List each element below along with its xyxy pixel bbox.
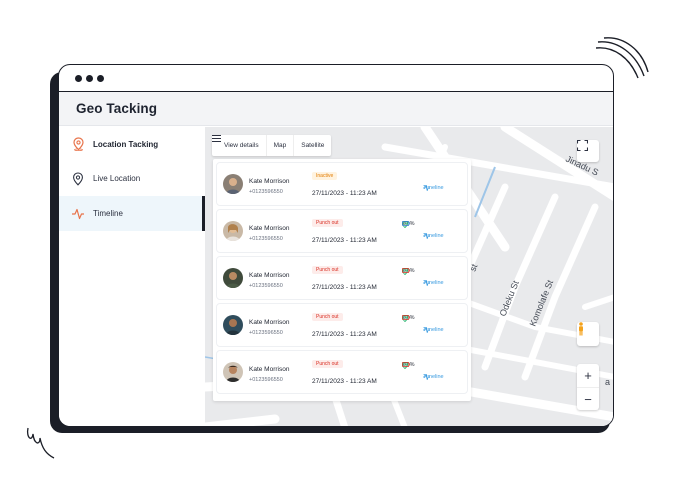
avatar — [223, 174, 243, 194]
status-badge: Punch out — [312, 360, 343, 368]
list-item[interactable]: Kate Morrison +0123596550 Punch out 27/1… — [216, 303, 468, 347]
avatar — [223, 362, 243, 382]
avatar — [223, 268, 243, 288]
window-dot — [75, 74, 82, 82]
employee-name: Kate Morrison — [249, 225, 290, 232]
tab-map[interactable]: Map — [267, 135, 295, 156]
timeline-link[interactable]: Timeline — [423, 233, 444, 239]
tab-label: Satellite — [301, 142, 325, 149]
fullscreen-icon — [577, 140, 588, 151]
zoom-out-button[interactable]: − — [577, 387, 599, 410]
battery-icon — [402, 362, 410, 367]
location-pin-icon — [71, 137, 85, 151]
list-item[interactable]: Kate Morrison +0123596550 Punch out 27/1… — [216, 209, 468, 253]
device-status: 20 % — [402, 221, 415, 228]
sidebar: Location Tacking Live Location Timeline — [59, 127, 205, 426]
sidebar-item-live-location[interactable]: Live Location — [59, 161, 205, 196]
map-pin-icon — [71, 171, 85, 186]
list-item[interactable]: Kate Morrison +0123596550 Inactive 27/11… — [216, 162, 468, 206]
app-body: Location Tacking Live Location Timeline — [59, 127, 613, 426]
street-label: a — [605, 377, 610, 387]
timeline-link[interactable]: Timeline — [423, 185, 444, 191]
activity-icon — [71, 207, 85, 221]
status-badge: Inactive — [312, 172, 338, 180]
employee-phone: +0123596550 — [249, 330, 283, 336]
sidebar-item-label: Timeline — [93, 209, 123, 218]
sidebar-item-location-tacking[interactable]: Location Tacking — [59, 127, 205, 161]
employee-name: Kate Morrison — [249, 178, 290, 185]
tab-label: View details — [224, 142, 259, 149]
sidebar-item-label: Location Tacking — [93, 139, 159, 149]
employee-phone: +0123596550 — [249, 189, 283, 195]
timeline-list: Kate Morrison +0123596550 Inactive 27/11… — [213, 159, 471, 401]
list-item[interactable]: Kate Morrison +0123596550 Punch out 27/1… — [216, 256, 468, 300]
timeline-link[interactable]: Timeline — [423, 374, 444, 380]
entry-datetime: 27/11/2023 - 11:23 AM — [312, 284, 377, 291]
entry-datetime: 27/11/2023 - 11:23 AM — [312, 190, 377, 197]
sidebar-item-timeline[interactable]: Timeline — [59, 196, 205, 231]
pegman-icon — [579, 322, 583, 336]
status-badge: Punch out — [312, 219, 343, 227]
tab-view-details[interactable]: View details — [212, 135, 267, 156]
map-view[interactable]: Jinadu S Odeku St Komolafe St st St a Vi… — [205, 127, 613, 426]
battery-icon — [402, 268, 410, 273]
timeline-link[interactable]: Timeline — [423, 327, 444, 333]
employee-name: Kate Morrison — [249, 319, 290, 326]
tab-satellite[interactable]: Satellite — [294, 135, 331, 156]
activity-icon — [423, 233, 430, 239]
device-status: 20 % — [402, 362, 415, 369]
battery-icon — [402, 221, 410, 226]
entry-datetime: 27/11/2023 - 11:23 AM — [312, 378, 377, 385]
device-status: 20 % — [402, 268, 415, 275]
employee-name: Kate Morrison — [249, 272, 290, 279]
timeline-link[interactable]: Timeline — [423, 280, 444, 286]
list-item[interactable]: Kate Morrison +0123596550 Punch out 27/1… — [216, 350, 468, 394]
employee-phone: +0123596550 — [249, 377, 283, 383]
tab-label: Map — [273, 142, 287, 149]
entry-datetime: 27/11/2023 - 11:23 AM — [312, 237, 377, 244]
activity-icon — [423, 374, 430, 380]
battery-icon — [402, 315, 410, 320]
activity-icon — [423, 185, 430, 191]
zoom-in-button[interactable]: + — [584, 364, 592, 387]
sidebar-item-label: Live Location — [93, 174, 141, 183]
employee-phone: +0123596550 — [249, 236, 283, 242]
street-view-button[interactable] — [577, 322, 599, 346]
status-badge: Punch out — [312, 266, 343, 274]
employee-name: Kate Morrison — [249, 366, 290, 373]
page-title: Geo Tacking — [76, 101, 158, 116]
app-header: Geo Tacking — [59, 92, 613, 126]
fullscreen-button[interactable] — [577, 140, 599, 162]
avatar — [223, 221, 243, 241]
employee-phone: +0123596550 — [249, 283, 283, 289]
stage: Geo Tacking Location Tacking Live Locati… — [0, 0, 675, 497]
avatar — [223, 315, 243, 335]
status-badge: Punch out — [312, 313, 343, 321]
zoom-controls: + − — [577, 364, 599, 410]
window-titlebar — [59, 65, 613, 92]
window-dot — [86, 74, 93, 82]
app-window: Geo Tacking Location Tacking Live Locati… — [58, 64, 614, 427]
device-status: 20 % — [402, 315, 415, 322]
entry-datetime: 27/11/2023 - 11:23 AM — [312, 331, 377, 338]
decorative-squiggle-icon — [26, 427, 55, 459]
window-dot — [97, 74, 104, 82]
activity-icon — [423, 327, 430, 333]
activity-icon — [423, 280, 430, 286]
map-view-tabs: View details Map Satellite — [212, 135, 332, 156]
